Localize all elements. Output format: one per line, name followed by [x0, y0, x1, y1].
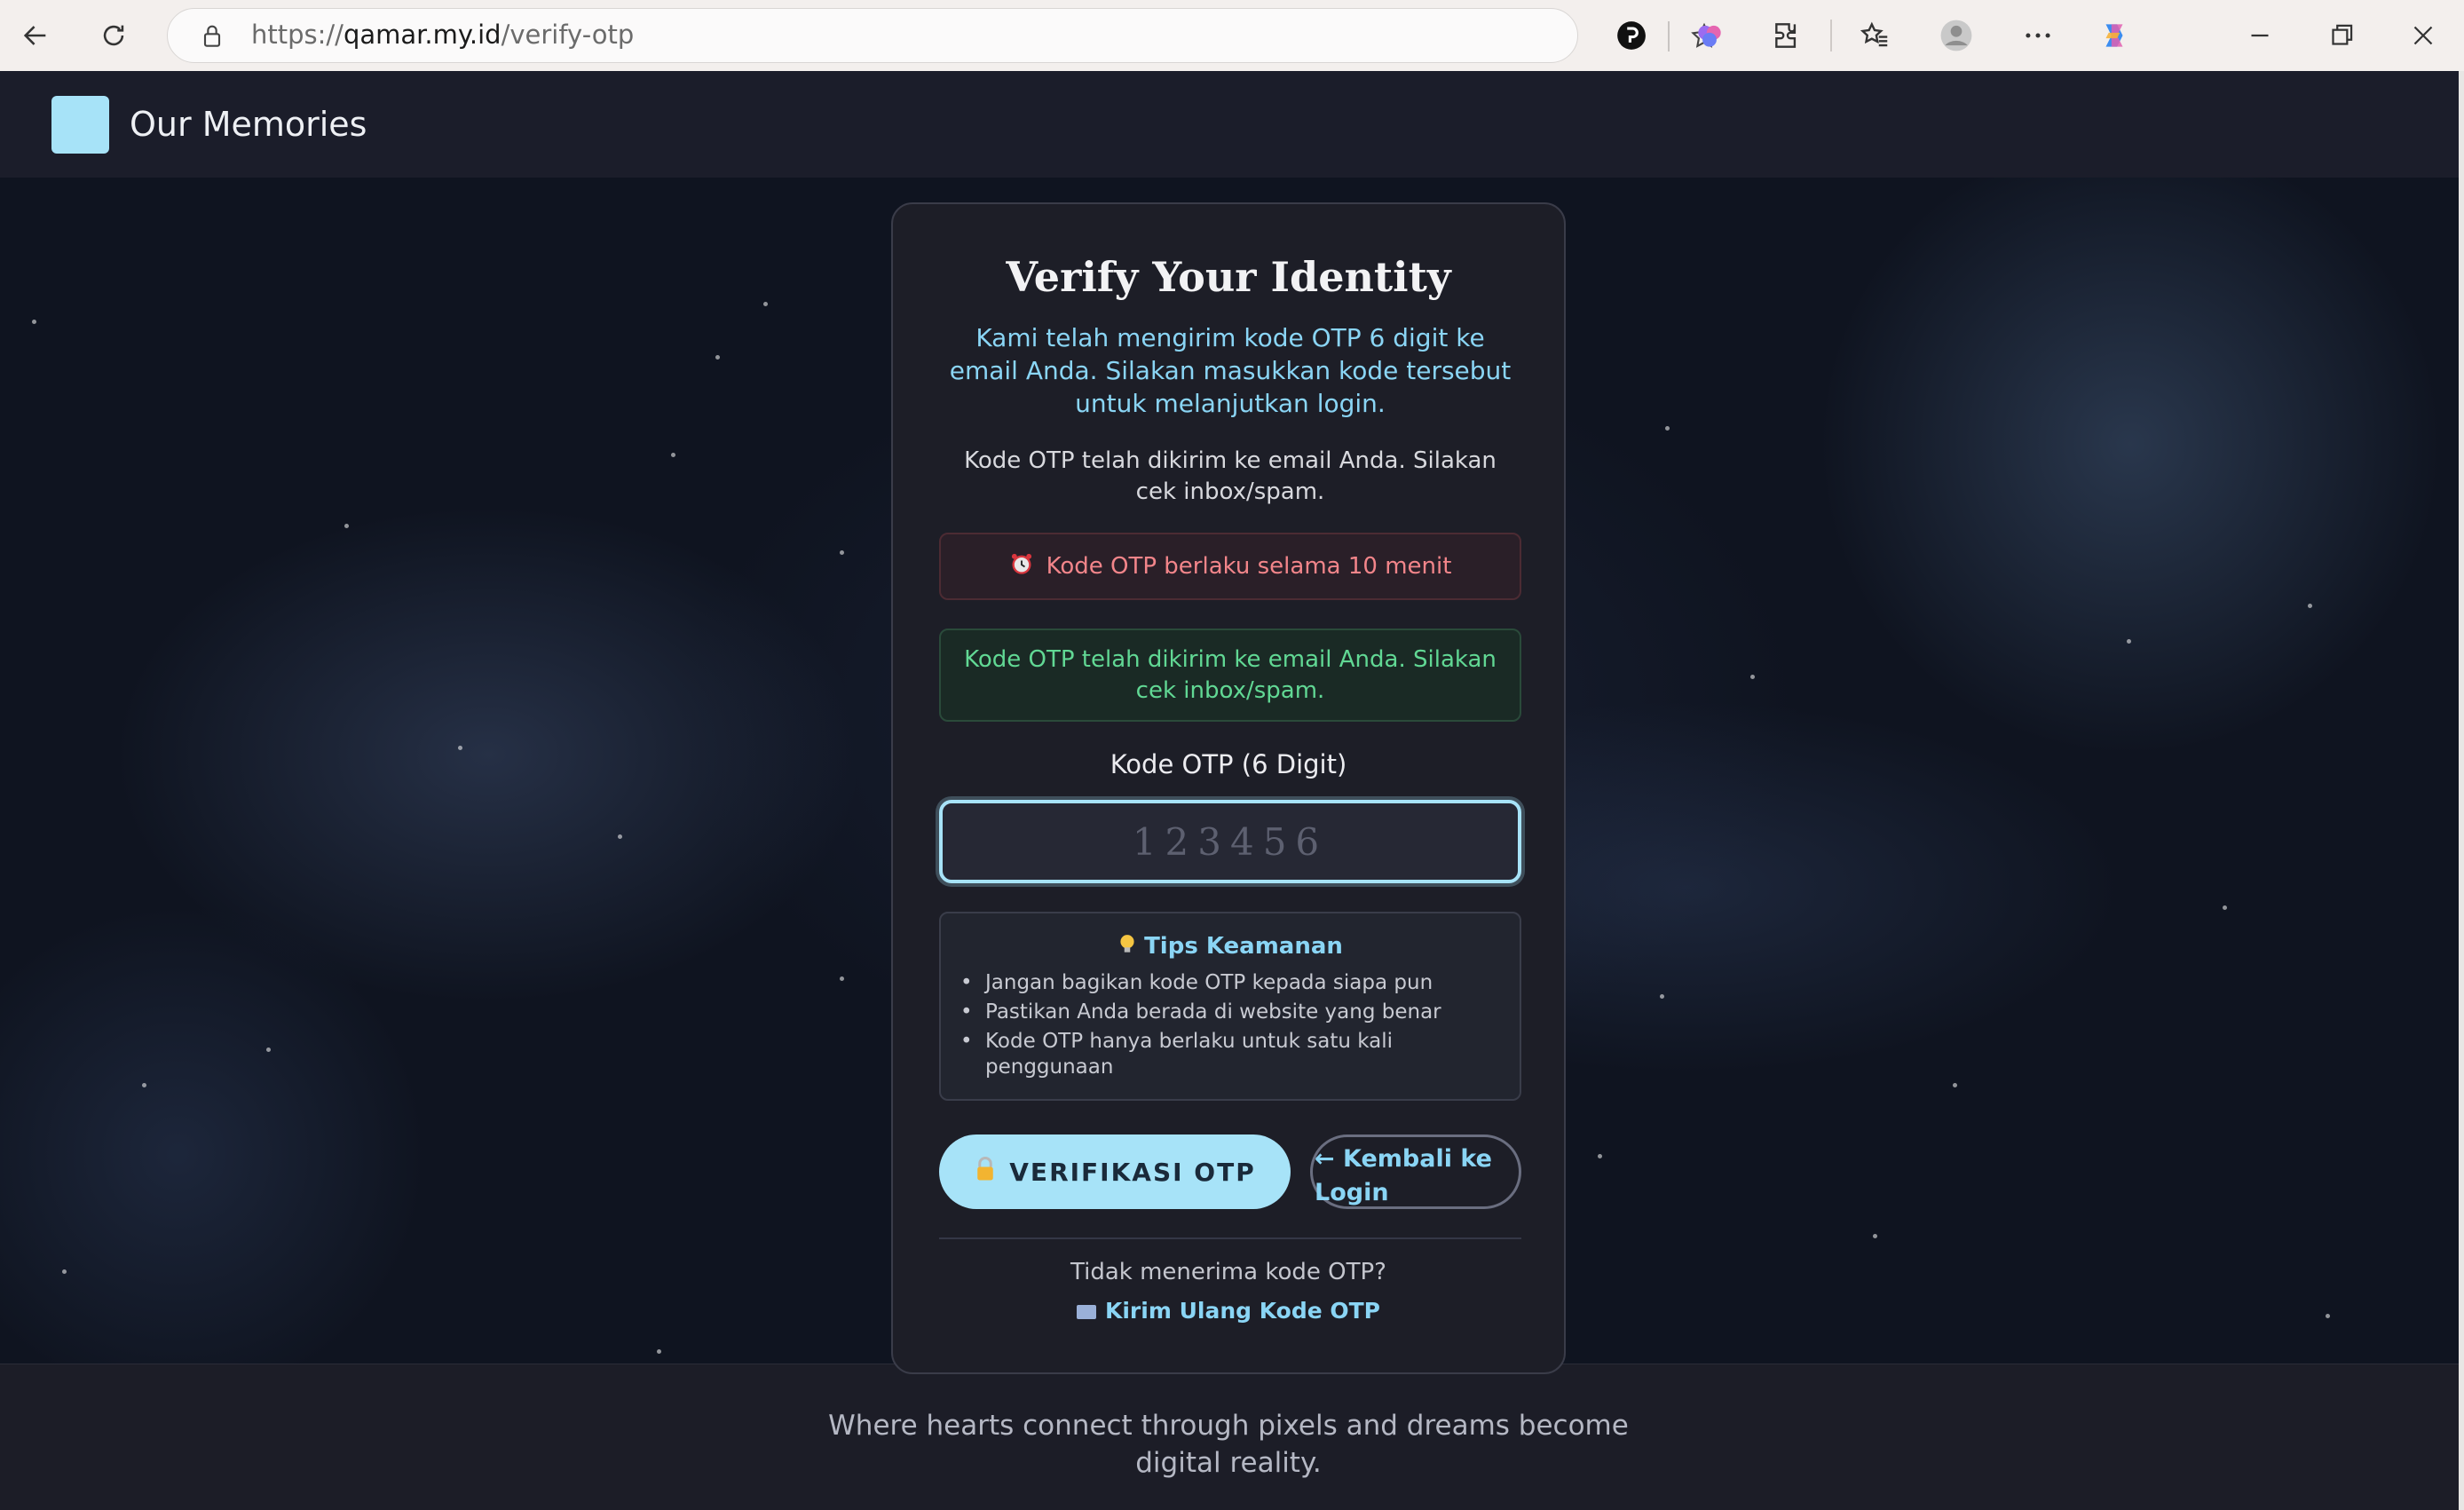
browser-toolbar: https://qamar.my.id/verify-otp [0, 0, 2464, 71]
resend-otp-link[interactable]: Kirim Ulang Kode OTP [893, 1298, 1564, 1324]
tips-title: Tips Keamanan [941, 933, 1520, 962]
back-arrow-icon[interactable] [12, 12, 59, 59]
url-text[interactable]: https://qamar.my.id/verify-otp [251, 20, 634, 50]
extensions-icon[interactable] [1768, 16, 1807, 55]
envelope-icon [1076, 1305, 1096, 1319]
info-message: Kode OTP telah dikirim ke email Anda. Si… [964, 447, 1497, 505]
list-item: Kode OTP hanya berlaku untuk satu kali p… [960, 1029, 1482, 1080]
address-bar-divider [1668, 21, 1670, 51]
lightbulb-icon [1117, 933, 1137, 962]
restore-icon[interactable] [2322, 16, 2361, 55]
back-to-login-button[interactable]: ← Kembali ke Login [1310, 1134, 1521, 1209]
list-item: Pastikan Anda berada di website yang ben… [960, 1000, 1482, 1025]
divider [939, 1237, 1521, 1239]
tips-list: Jangan bagikan kode OTP kepada siapa pun… [960, 970, 1482, 1084]
copilot-icon[interactable] [2095, 16, 2134, 55]
verify-otp-button[interactable]: VERIFIKASI OTP [939, 1134, 1291, 1209]
more-icon[interactable] [2018, 16, 2057, 55]
footer-tagline: Where hearts connect through pixels and … [828, 1410, 1629, 1479]
padlock-icon [974, 1156, 997, 1189]
site-footer: Where hearts connect through pixels and … [0, 1364, 2464, 1510]
otp-input[interactable] [939, 800, 1521, 883]
expiry-alert-text: Kode OTP berlaku selama 10 menit [1046, 553, 1452, 580]
card-subtitle: Kami telah mengirim kode OTP 6 digit ke … [949, 323, 1512, 418]
site-title[interactable]: Our Memories [130, 105, 367, 144]
window-edge [2459, 71, 2464, 1510]
expiry-alert: Kode OTP berlaku selama 10 menit [939, 533, 1521, 600]
security-tips: Tips Keamanan Jangan bagikan kode OTP ke… [939, 912, 1521, 1101]
otp-label: Kode OTP (6 Digit) [1110, 749, 1347, 779]
address-bar[interactable]: https://qamar.my.id/verify-otp [167, 8, 1718, 63]
alarm-clock-icon [1009, 551, 1034, 582]
lock-icon[interactable] [198, 22, 226, 51]
list-item: Jangan bagikan kode OTP kepada siapa pun [960, 970, 1482, 996]
success-alert: Kode OTP telah dikirim ke email Anda. Si… [939, 629, 1521, 722]
close-icon[interactable] [2404, 16, 2443, 55]
profile-icon[interactable] [1937, 16, 1976, 55]
perplexity-icon[interactable] [1612, 16, 1651, 55]
brain-icon[interactable] [1690, 16, 1729, 55]
favorites-icon[interactable] [1855, 16, 1894, 55]
verify-otp-card: Verify Your Identity Kami telah mengirim… [891, 202, 1566, 1374]
resend-question: Tidak menerima kode OTP? [1070, 1259, 1386, 1285]
refresh-icon[interactable] [91, 12, 137, 59]
verify-otp-button-label: VERIFIKASI OTP [1009, 1157, 1256, 1187]
page-title: Verify Your Identity [1006, 253, 1451, 301]
site-header: Our Memories [0, 71, 2464, 178]
site-logo[interactable] [51, 96, 109, 154]
toolbar-divider [1830, 20, 1832, 51]
minimize-icon[interactable] [2240, 16, 2279, 55]
